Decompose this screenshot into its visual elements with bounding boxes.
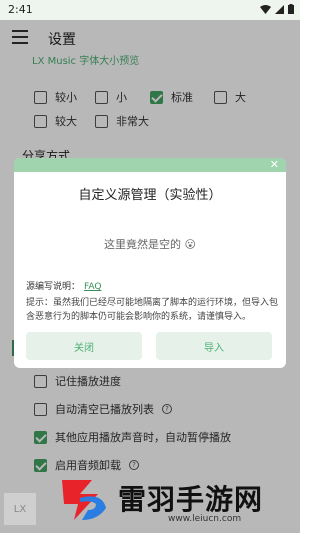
close-icon[interactable]: ✕ — [270, 159, 279, 171]
dialog-header-bar: ✕ — [14, 158, 286, 172]
warning-tip: 提示：虽然我们已经尽可能地隔离了脚本的运行环境，但导入包含恶意行为的脚本仍可能会… — [26, 298, 279, 322]
signal-icon — [275, 4, 284, 14]
dialog-title: 自定义源管理（实验性） — [78, 188, 222, 203]
watermark-logo-icon — [62, 480, 106, 520]
source-doc-line: 源编写说明： FAQ — [26, 279, 101, 292]
status-bar: 2:41 — [0, 0, 300, 20]
status-time: 2:41 — [8, 3, 33, 16]
system-icons — [260, 4, 294, 14]
wifi-icon — [260, 4, 271, 14]
import-button[interactable]: 导入 — [156, 332, 272, 360]
close-button[interactable]: 关闭 — [26, 332, 142, 360]
faq-link[interactable]: FAQ — [84, 282, 101, 292]
empty-message: 这里竟然是空的 😮 — [104, 238, 196, 251]
watermark-name: 雷羽手游网 — [118, 483, 264, 516]
player-thumbnail[interactable]: LX — [4, 493, 36, 525]
doc-label: 源编写说明： — [26, 282, 81, 292]
watermark-url: www.leiucn.com — [168, 514, 242, 524]
watermark: 雷羽手游网 www.leiucn.com — [48, 470, 296, 530]
battery-icon — [288, 4, 294, 14]
custom-source-dialog: ✕ 自定义源管理（实验性） 这里竟然是空的 😮 源编写说明： FAQ 提示：虽然我… — [14, 158, 286, 368]
